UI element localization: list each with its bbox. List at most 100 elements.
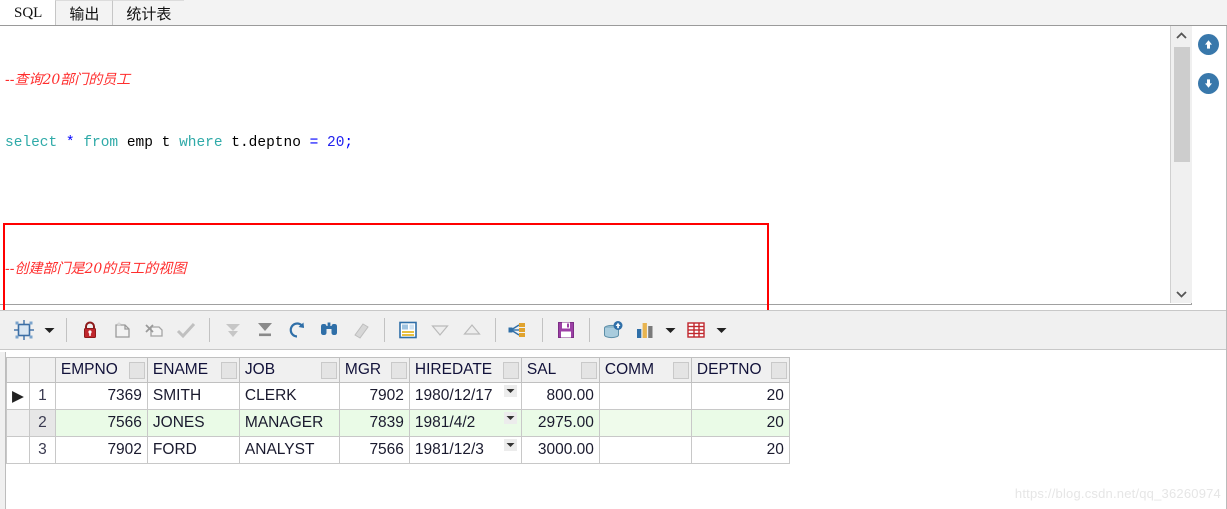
scroll-down-circle-button[interactable]	[1198, 73, 1219, 94]
lock-record-button[interactable]	[77, 315, 103, 345]
column-header-empno[interactable]: EMPNO	[54, 357, 148, 383]
cell-ename[interactable]: JONES	[146, 409, 240, 437]
row-number-cell[interactable]: 1	[28, 382, 56, 410]
row-marker-cell[interactable]: ▶	[6, 382, 30, 410]
side-scroll-buttons	[1198, 34, 1227, 112]
cell-hiredate[interactable]: 1981/12/3	[408, 436, 522, 464]
tab-output[interactable]: 输出	[55, 0, 114, 25]
column-resize-handle[interactable]	[502, 362, 519, 379]
scrollbar-up-button[interactable]	[1171, 26, 1192, 45]
query-plan-button[interactable]	[506, 315, 532, 345]
column-header-mgr[interactable]: MGR	[338, 357, 410, 383]
row-number-cell[interactable]: 2	[28, 409, 56, 437]
grid-dropdown[interactable]	[712, 327, 731, 334]
cell-ename[interactable]: SMITH	[146, 382, 240, 410]
column-header-sal[interactable]: SAL	[520, 357, 600, 383]
cell-hiredate[interactable]: 1980/12/17	[408, 382, 522, 410]
floppy-disk-icon	[558, 322, 574, 338]
cell-job[interactable]: CLERK	[238, 382, 340, 410]
row-marker-cell[interactable]	[6, 409, 30, 437]
cell-comm[interactable]	[598, 436, 692, 464]
cell-empno[interactable]: 7902	[54, 436, 148, 464]
chart-button[interactable]	[632, 315, 658, 345]
commit-to-database-button[interactable]	[600, 315, 626, 345]
cell-deptno[interactable]: 20	[690, 409, 790, 437]
cell-empno[interactable]: 7566	[54, 409, 148, 437]
find-button[interactable]	[316, 315, 342, 345]
cell-sal[interactable]: 3000.00	[520, 436, 600, 464]
scrollbar-thumb[interactable]	[1174, 47, 1190, 162]
column-header-ename[interactable]: ENAME	[146, 357, 240, 383]
column-header-comm[interactable]: COMM	[598, 357, 692, 383]
delete-record-button[interactable]	[141, 315, 167, 345]
column-header-deptno[interactable]: DEPTNO	[690, 357, 790, 383]
cell-empno[interactable]: 7369	[54, 382, 148, 410]
column-resize-handle[interactable]	[220, 362, 237, 379]
column-resize-handle[interactable]	[770, 362, 787, 379]
cell-mgr[interactable]: 7902	[338, 382, 410, 410]
table-row[interactable]: 2 7566 JONES MANAGER 7839 1981/4/2 2975.…	[6, 409, 790, 437]
chevron-down-icon	[44, 327, 55, 333]
editor-vertical-scrollbar[interactable]	[1170, 26, 1192, 303]
date-dropdown-icon[interactable]	[503, 439, 517, 451]
post-changes-button[interactable]	[173, 315, 199, 345]
cell-job[interactable]: ANALYST	[238, 436, 340, 464]
tab-statistics[interactable]: 统计表	[112, 0, 186, 25]
export-save-button[interactable]	[553, 315, 579, 345]
scroll-up-circle-button[interactable]	[1198, 34, 1219, 55]
column-resize-handle[interactable]	[390, 362, 407, 379]
tab-sql[interactable]: SQL	[0, 0, 57, 25]
scrollbar-down-button[interactable]	[1171, 284, 1192, 303]
column-header-label: EMPNO	[60, 361, 118, 378]
refresh-button[interactable]	[284, 315, 310, 345]
cell-job[interactable]: MANAGER	[238, 409, 340, 437]
sql-comment: --查询20部门的员工	[5, 72, 131, 88]
cell-deptno[interactable]: 20	[690, 436, 790, 464]
row-marker-cell[interactable]	[6, 436, 30, 464]
previous-record-button[interactable]	[427, 315, 453, 345]
grid-button[interactable]	[683, 315, 709, 345]
cell-deptno[interactable]: 20	[690, 382, 790, 410]
cell-hiredate[interactable]: 1981/4/2	[408, 409, 522, 437]
clear-button[interactable]	[348, 315, 374, 345]
tab-sql-label: SQL	[14, 4, 43, 21]
chevron-down-icon	[716, 327, 727, 333]
column-resize-handle[interactable]	[672, 362, 689, 379]
column-resize-handle[interactable]	[320, 362, 337, 379]
cell-comm[interactable]	[598, 382, 692, 410]
sql-editor-text-area[interactable]: --查询20部门的员工 select * from emp t where t.…	[1, 28, 1169, 303]
single-record-view-button[interactable]	[11, 315, 37, 345]
cell-sal[interactable]: 2975.00	[520, 409, 600, 437]
triangle-down-icon	[431, 325, 449, 336]
toolbar-separator	[589, 318, 590, 342]
row-number-cell[interactable]: 3	[28, 436, 56, 464]
toolbar-separator	[542, 318, 543, 342]
column-header-label: DEPTNO	[696, 361, 762, 378]
column-resize-handle[interactable]	[128, 362, 145, 379]
fetch-next-page-button[interactable]	[220, 315, 246, 345]
chart-dropdown[interactable]	[661, 327, 680, 334]
fetch-last-page-button[interactable]	[252, 315, 278, 345]
cell-ename[interactable]: FORD	[146, 436, 240, 464]
cell-hiredate-value: 1981/4/2	[414, 414, 476, 431]
next-record-button[interactable]	[459, 315, 485, 345]
cell-sal[interactable]: 800.00	[520, 382, 600, 410]
cell-comm[interactable]	[598, 409, 692, 437]
date-dropdown-icon[interactable]	[503, 412, 517, 424]
column-header-hiredate[interactable]: HIREDATE	[408, 357, 522, 383]
eraser-icon	[354, 323, 369, 339]
table-row[interactable]: ▶ 1 7369 SMITH CLERK 7902 1980/12/17 800…	[6, 382, 790, 410]
column-resize-handle[interactable]	[580, 362, 597, 379]
results-toolbar	[0, 310, 1227, 350]
single-record-form-button[interactable]	[395, 315, 421, 345]
table-row[interactable]: 3 7902 FORD ANALYST 7566 1981/12/3 3000.…	[6, 436, 790, 464]
cell-mgr[interactable]: 7566	[338, 436, 410, 464]
insert-record-button[interactable]	[109, 315, 135, 345]
date-dropdown-icon[interactable]	[503, 385, 517, 397]
toolbar-separator	[384, 318, 385, 342]
single-record-view-dropdown[interactable]	[40, 327, 59, 334]
cell-mgr[interactable]: 7839	[338, 409, 410, 437]
form-view-icon	[14, 320, 34, 340]
column-header-job[interactable]: JOB	[238, 357, 340, 383]
code-line: select * from emp t where t.deptno = 20;	[5, 135, 354, 151]
